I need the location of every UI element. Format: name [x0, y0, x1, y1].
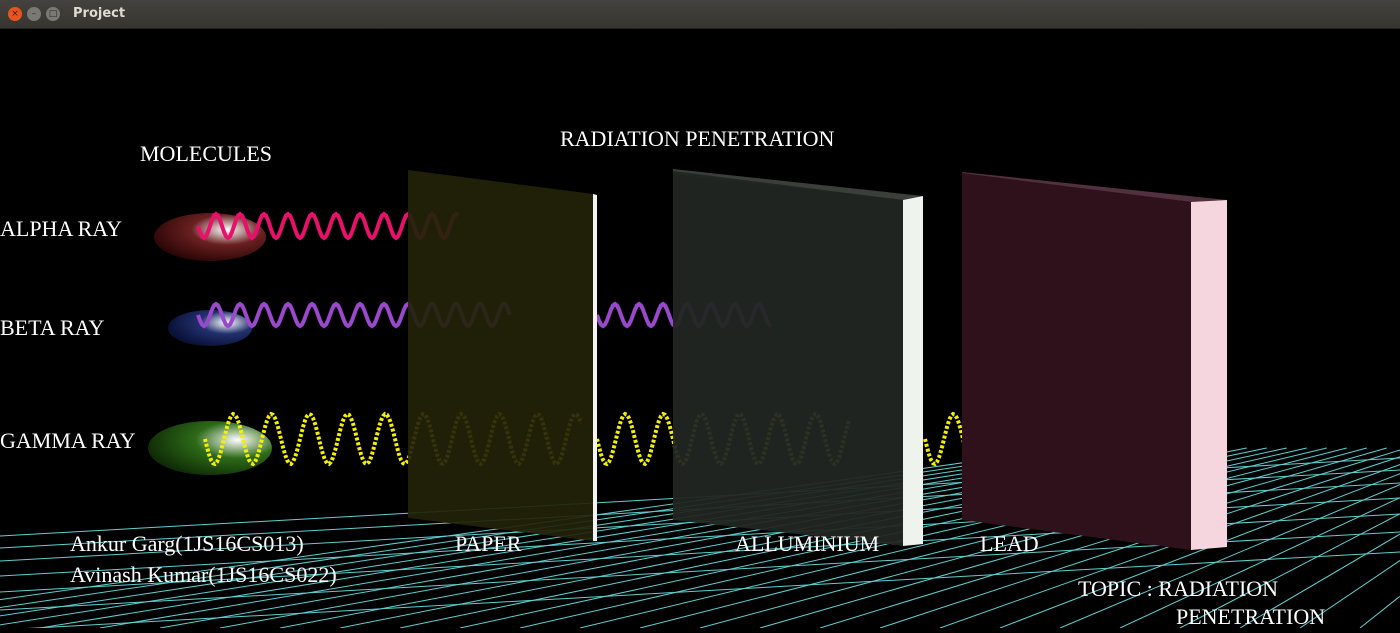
author-2: Avinash Kumar(1JS16CS022): [70, 562, 337, 587]
aluminium-barrier: [673, 169, 923, 546]
paper-label: PAPER: [455, 531, 522, 556]
minimize-window-button[interactable]: –: [27, 7, 41, 21]
close-window-button[interactable]: ×: [8, 7, 22, 21]
lead-barrier: [962, 172, 1227, 550]
beta-ray-label: BETA RAY: [0, 315, 105, 340]
alpha-ray-label: ALPHA RAY: [0, 216, 123, 241]
aluminium-label: ALLUMINIUM: [735, 531, 880, 556]
window-titlebar: × – □ Project: [0, 0, 1400, 29]
topic-line-1: TOPIC : RADIATION: [1078, 576, 1279, 601]
topic-line-2: PENETRATION: [1176, 604, 1326, 629]
window-title: Project: [73, 6, 126, 21]
paper-barrier: [408, 170, 597, 541]
molecules-label: MOLECULES: [140, 141, 272, 166]
main-title: RADIATION PENETRATION: [560, 126, 835, 151]
opengl-scene: RADIATION PENETRATION MOLECULES ALPHA RA…: [0, 28, 1400, 631]
gamma-ray-label: GAMMA RAY: [0, 428, 136, 453]
maximize-window-button[interactable]: □: [46, 7, 60, 21]
lead-label: LEAD: [980, 531, 1039, 556]
author-1: Ankur Garg(1JS16CS013): [70, 531, 304, 556]
gamma-molecule: [148, 421, 272, 475]
